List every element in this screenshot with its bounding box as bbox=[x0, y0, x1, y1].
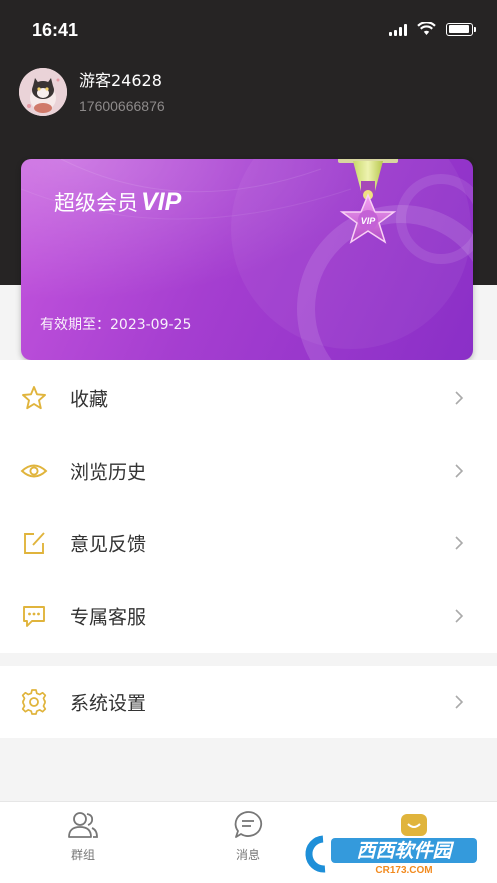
chevron-right-icon bbox=[455, 609, 464, 623]
menu-item-settings[interactable]: 系统设置 bbox=[0, 666, 497, 738]
battery-icon bbox=[446, 22, 476, 36]
tab-group[interactable]: 群组 bbox=[43, 810, 123, 863]
menu-list: 收藏 浏览历史 意见反馈 专属客服 bbox=[0, 360, 497, 653]
vip-title: 超级会员 VIP bbox=[54, 187, 181, 217]
tab-label: 群组 bbox=[70, 848, 95, 862]
eye-icon bbox=[20, 464, 48, 478]
vip-medal-icon: VIP bbox=[338, 159, 398, 244]
message-icon bbox=[234, 811, 263, 838]
vip-title-vip: VIP bbox=[141, 188, 182, 216]
menu-label: 浏览历史 bbox=[70, 461, 147, 484]
status-bar: 16:41 bbox=[0, 0, 497, 60]
chevron-right-icon bbox=[455, 536, 464, 550]
chat-icon bbox=[23, 606, 45, 627]
settings-section: 系统设置 bbox=[0, 666, 497, 738]
wifi-icon bbox=[417, 22, 436, 35]
chevron-right-icon bbox=[455, 695, 464, 709]
battery-level bbox=[448, 25, 470, 33]
phone-number: 17600666876 bbox=[79, 98, 165, 114]
vip-title-text: 超级会员 bbox=[54, 191, 138, 215]
menu-label: 意见反馈 bbox=[70, 533, 147, 556]
avatar[interactable] bbox=[19, 68, 67, 116]
status-time: 16:41 bbox=[32, 20, 79, 40]
username: 游客24628 bbox=[79, 71, 162, 90]
vip-medal-text: VIP bbox=[361, 216, 377, 226]
star-icon bbox=[22, 386, 46, 410]
tab-messages[interactable]: 消息 bbox=[208, 810, 288, 863]
signal-icon bbox=[389, 23, 407, 36]
vip-card[interactable]: 超级会员 VIP VIP 有效期至：2023-09-25 bbox=[21, 159, 473, 360]
status-icons bbox=[389, 22, 476, 36]
watermark-text: 西西软件园 bbox=[356, 840, 454, 862]
watermark-logo: 西西软件园 CR173.COM bbox=[305, 835, 477, 875]
menu-label: 收藏 bbox=[70, 388, 109, 411]
vip-expiry: 有效期至：2023-09-25 bbox=[40, 317, 192, 333]
avatar-image bbox=[19, 68, 67, 116]
group-icon bbox=[68, 812, 98, 838]
watermark-url: CR173.COM bbox=[375, 865, 432, 875]
menu-label: 系统设置 bbox=[70, 692, 147, 715]
edit-icon bbox=[24, 532, 45, 554]
tab-label: 消息 bbox=[235, 848, 260, 862]
chevron-right-icon bbox=[455, 464, 464, 478]
chevron-right-icon bbox=[455, 391, 464, 405]
gear-icon bbox=[21, 689, 47, 715]
menu-label: 专属客服 bbox=[70, 606, 147, 629]
menu-item-favorites[interactable]: 收藏 bbox=[0, 362, 497, 434]
menu-item-history[interactable]: 浏览历史 bbox=[0, 435, 497, 507]
menu-item-customer-service[interactable]: 专属客服 bbox=[0, 580, 497, 652]
menu-item-feedback[interactable]: 意见反馈 bbox=[0, 507, 497, 579]
